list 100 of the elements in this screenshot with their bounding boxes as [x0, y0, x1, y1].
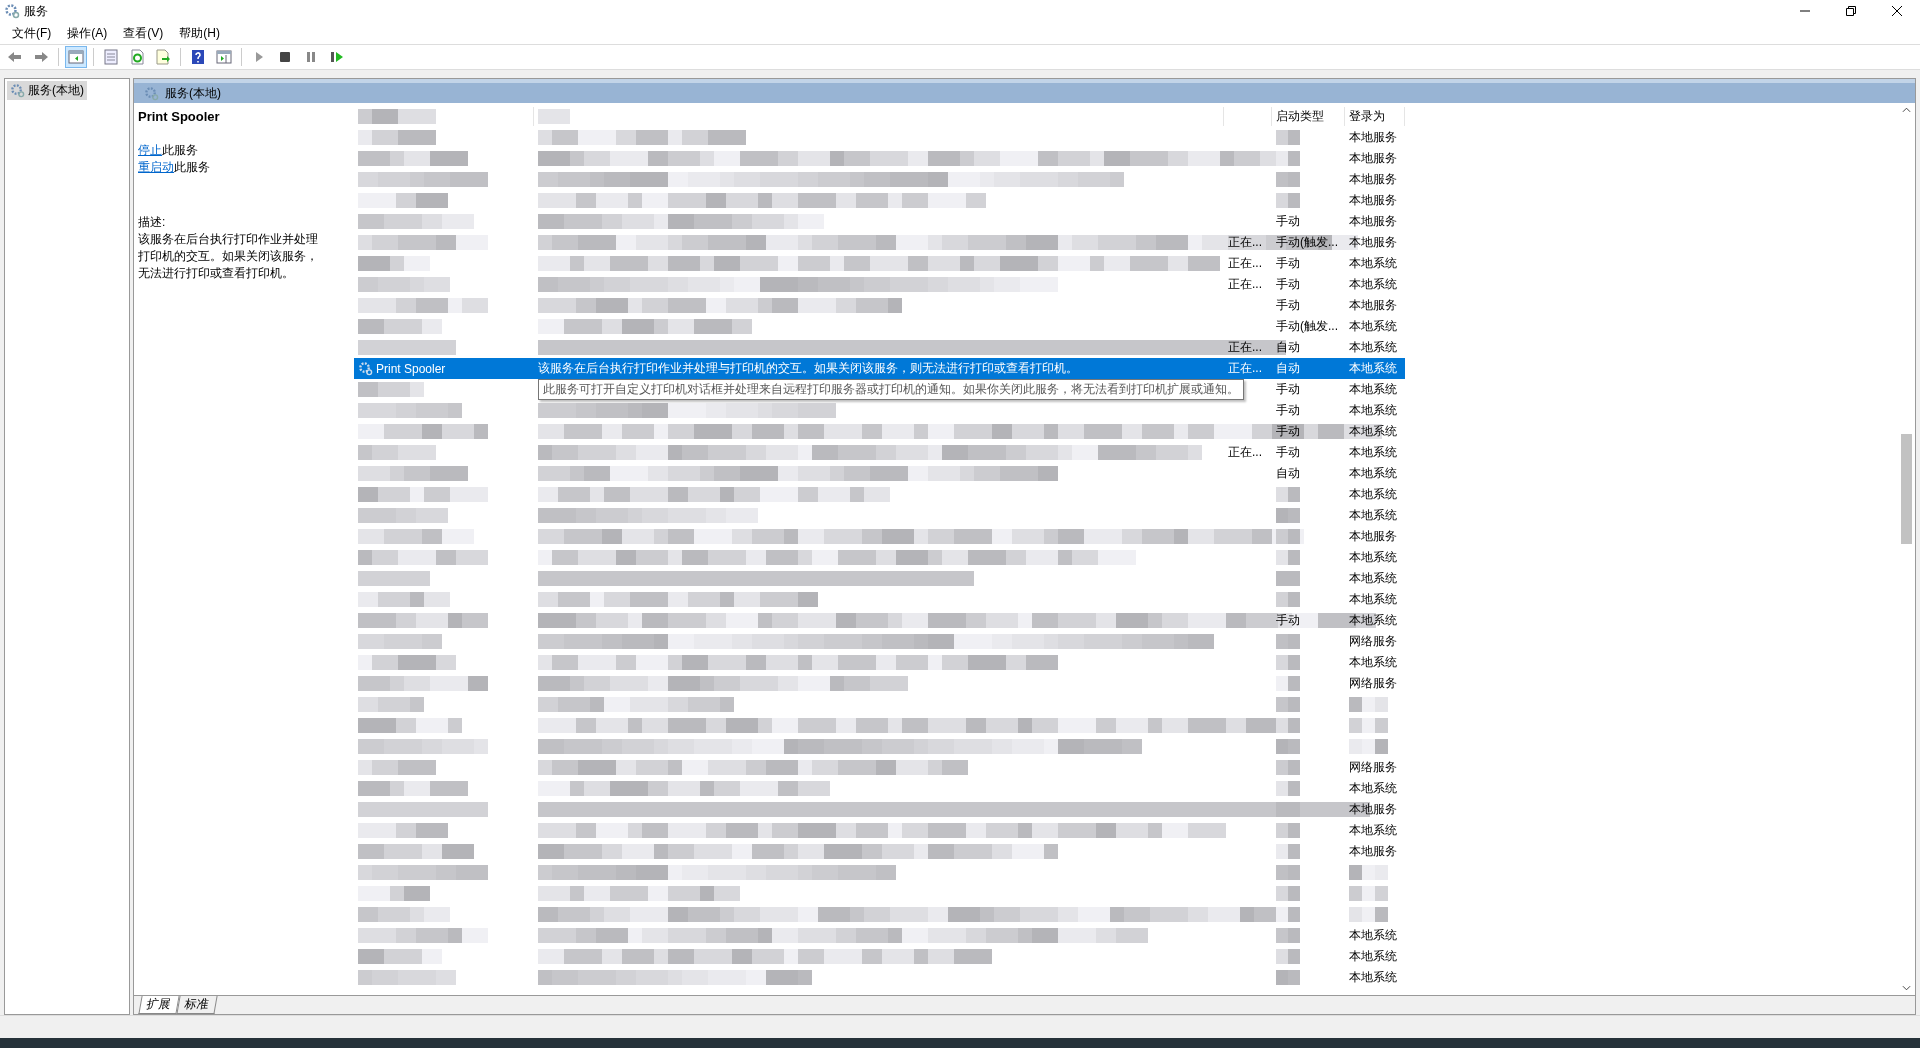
table-cell: 本地系统	[1349, 339, 1397, 356]
table-cell: 本地系统	[1349, 549, 1397, 566]
pixelated-text	[1276, 130, 1300, 145]
table-cell: 手动	[1276, 297, 1300, 314]
column-header[interactable]: 登录为	[1345, 107, 1405, 126]
tree-button[interactable]	[65, 46, 87, 68]
table-cell: 手动	[1276, 213, 1300, 230]
pixelated-text	[1276, 655, 1300, 670]
document-icon	[103, 49, 119, 65]
menu-item[interactable]: 操作(A)	[59, 22, 116, 44]
restore-icon[interactable]	[1846, 6, 1856, 16]
gear-icon	[358, 361, 373, 376]
table-cell: 本地服务	[1349, 129, 1397, 146]
table-cell: 手动	[1276, 276, 1300, 293]
menu-item[interactable]: 查看(V)	[115, 22, 172, 44]
table-cell: 手动	[1276, 444, 1300, 461]
pixelated-text	[1276, 886, 1300, 901]
tooltip: 此服务可打开自定义打印机对话框并处理来自远程打印服务器或打印机的通知。如果你关闭此服务，将无法看到打印机扩展或通知。	[538, 379, 1244, 400]
pixelated-text	[1276, 676, 1300, 691]
window-icon	[216, 49, 232, 65]
pixelated-text	[1276, 865, 1300, 880]
description-label: 描述:	[138, 214, 167, 231]
pixelated-text	[1349, 697, 1388, 712]
table-cell: 本地服务	[1349, 171, 1397, 188]
table-cell: 该服务在后台执行打印作业并处理与打印机的交互。如果关闭该服务，则无法进行打印或查看打印机。	[538, 360, 1078, 377]
table-cell: 本地系统	[1349, 423, 1397, 440]
table-cell: 本地系统	[1349, 570, 1397, 587]
scroll-down-icon[interactable]	[1902, 985, 1911, 991]
pixelated-text	[1276, 571, 1300, 586]
export-icon	[155, 49, 171, 65]
table-cell: 本地系统	[1349, 612, 1397, 629]
pixelated-text	[1276, 193, 1300, 208]
pixelated-text	[1276, 634, 1300, 649]
table-cell: 正在...	[1228, 276, 1262, 293]
gear-icon	[10, 83, 25, 98]
table-cell: 本地系统	[1349, 381, 1397, 398]
table-cell: 正在...	[1228, 339, 1262, 356]
table-cell: 手动	[1276, 381, 1300, 398]
column-header[interactable]: 启动类型	[1272, 107, 1345, 126]
table-cell: 本地服务	[1349, 234, 1397, 251]
table-cell: 正在...	[1228, 255, 1262, 272]
action-link[interactable]: 重启动	[138, 160, 174, 174]
table-cell: 本地系统	[1349, 822, 1397, 839]
close-icon[interactable]	[1892, 6, 1902, 16]
refresh-icon	[129, 49, 145, 65]
pixelated-text	[1349, 886, 1388, 901]
table-cell: Print Spooler	[376, 361, 446, 376]
gear-icon	[144, 85, 159, 101]
table-cell: 本地系统	[1349, 465, 1397, 482]
pixelated-text	[1349, 907, 1388, 922]
table-cell: 本地系统	[1349, 591, 1397, 608]
pixelated-text	[1349, 865, 1388, 880]
pixelated-text	[1276, 949, 1300, 964]
table-cell: 网络服务	[1349, 675, 1397, 692]
pixelated-text	[1349, 718, 1388, 733]
table-cell: 本地系统	[1349, 444, 1397, 461]
pixelated-text	[358, 571, 430, 586]
table-cell: 本地系统	[1349, 318, 1397, 335]
table-cell: 手动	[1276, 423, 1300, 440]
table-cell: 网络服务	[1349, 633, 1397, 650]
table-cell: 本地系统	[1349, 927, 1397, 944]
pixelated-text	[1276, 697, 1300, 712]
tree-item[interactable]: 服务(本地)	[7, 81, 87, 100]
window-icon	[68, 49, 84, 65]
back-arrow-icon	[7, 49, 23, 65]
menu-item[interactable]: 文件(F)	[4, 22, 60, 44]
table-cell: 正在...	[1228, 234, 1262, 251]
pixelated-text	[1276, 970, 1300, 985]
scroll-up-icon[interactable]	[1902, 107, 1911, 113]
help-icon	[190, 49, 206, 65]
table-cell: 自动	[1276, 339, 1300, 356]
pixelated-text	[1276, 592, 1300, 607]
pixelated-text	[358, 382, 424, 397]
table-cell: 手动(触发...	[1276, 234, 1338, 251]
selected-row[interactable]: Print Spooler 该服务在后台执行打印作业并处理与打印机的交互。如果关闭该服务，则无法进行打印或查看打印机。 正在... 自动 本地系统	[354, 358, 1405, 379]
table-cell: 网络服务	[1349, 759, 1397, 776]
table-cell: 本地系统	[1349, 507, 1397, 524]
pixelated-text	[1276, 781, 1300, 796]
table-cell: 正在...	[1228, 444, 1262, 461]
table-cell: 本地系统	[1349, 276, 1397, 293]
table-cell: 自动	[1276, 360, 1300, 377]
action-text: 此服务	[162, 143, 198, 157]
window-title: 服务	[24, 2, 48, 20]
description-text: 打印机的交互。如果关闭该服务，	[138, 248, 319, 265]
table-cell: 本地系统	[1349, 255, 1397, 272]
menu-item[interactable]: 帮助(H)	[171, 22, 228, 44]
action-link[interactable]: 停止	[138, 143, 162, 157]
pixelated-text	[1276, 928, 1300, 943]
table-cell: 本地系统	[1349, 780, 1397, 797]
table-cell: 本地系统	[1349, 360, 1397, 377]
table-cell: 手动	[1276, 255, 1300, 272]
resume-icon	[329, 49, 345, 65]
service-name: Print Spooler	[138, 109, 221, 124]
view-tab[interactable]: 标准	[176, 996, 218, 1014]
pixelated-text	[1276, 760, 1300, 775]
pixelated-text	[358, 697, 424, 712]
view-tab[interactable]: 扩展	[138, 996, 180, 1014]
scroll-thumb[interactable]	[1901, 434, 1912, 544]
forward-arrow-icon	[33, 49, 49, 65]
table-cell: 本地系统	[1349, 486, 1397, 503]
